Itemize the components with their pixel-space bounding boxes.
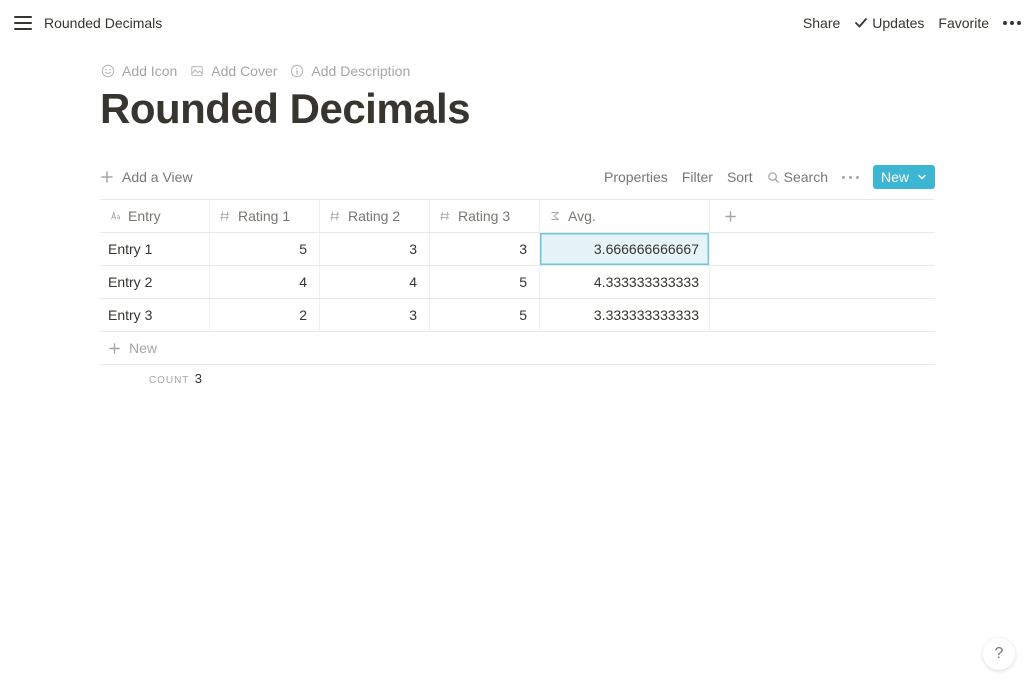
- add-cover-button[interactable]: Add Cover: [189, 63, 277, 79]
- add-description-button[interactable]: Add Description: [289, 63, 410, 79]
- number-icon: [218, 209, 232, 223]
- image-icon: [189, 63, 205, 79]
- cell-avg[interactable]: 3.333333333333: [540, 299, 710, 331]
- cell-rating1[interactable]: 5: [210, 233, 320, 265]
- count-value: 3: [195, 371, 202, 386]
- cell-rating1[interactable]: 4: [210, 266, 320, 298]
- column-header-rating2[interactable]: Rating 2: [320, 200, 430, 232]
- page-title[interactable]: Rounded Decimals: [100, 85, 935, 133]
- cell-rating2[interactable]: 3: [320, 299, 430, 331]
- help-button[interactable]: ?: [983, 638, 1015, 670]
- count-label: COUNT: [149, 375, 190, 386]
- cell-empty: [710, 266, 750, 298]
- sort-button[interactable]: Sort: [727, 169, 753, 185]
- updates-label: Updates: [872, 15, 924, 31]
- more-menu[interactable]: [1003, 21, 1021, 25]
- add-view-button[interactable]: Add a View: [100, 169, 193, 185]
- footer-count[interactable]: COUNT 3: [100, 365, 210, 392]
- search-icon: [767, 171, 780, 184]
- cell-entry[interactable]: Entry 3: [100, 299, 210, 331]
- cell-rating2[interactable]: 3: [320, 233, 430, 265]
- new-button[interactable]: New: [873, 165, 935, 189]
- cell-rating2[interactable]: 4: [320, 266, 430, 298]
- column-header-rating3[interactable]: Rating 3: [430, 200, 540, 232]
- column-rating3-label: Rating 3: [458, 208, 510, 224]
- plus-icon: [108, 342, 121, 355]
- column-avg-label: Avg.: [568, 208, 596, 224]
- menu-toggle[interactable]: [14, 16, 32, 30]
- cell-empty: [710, 299, 750, 331]
- title-icon: [108, 209, 122, 223]
- new-row-button[interactable]: New: [100, 332, 935, 365]
- search-label: Search: [784, 169, 828, 185]
- new-row-label: New: [129, 340, 157, 356]
- column-header-avg[interactable]: Avg.: [540, 200, 710, 232]
- column-header-rating1[interactable]: Rating 1: [210, 200, 320, 232]
- column-header-entry[interactable]: Entry: [100, 200, 210, 232]
- updates-button[interactable]: Updates: [854, 15, 924, 31]
- cell-entry[interactable]: Entry 1: [100, 233, 210, 265]
- number-icon: [328, 209, 342, 223]
- db-more-menu[interactable]: [842, 176, 859, 179]
- database-table: Entry Rating 1 Rating 2 Rating 3: [100, 199, 935, 392]
- cell-avg[interactable]: 3.666666666667: [540, 233, 710, 265]
- table-row[interactable]: Entry 2 4 4 5 4.333333333333: [100, 266, 935, 299]
- cell-rating3[interactable]: 3: [430, 233, 540, 265]
- info-icon: [289, 63, 305, 79]
- new-label: New: [881, 169, 909, 185]
- number-icon: [438, 209, 452, 223]
- filter-button[interactable]: Filter: [682, 169, 713, 185]
- properties-button[interactable]: Properties: [604, 169, 668, 185]
- cell-avg[interactable]: 4.333333333333: [540, 266, 710, 298]
- column-rating1-label: Rating 1: [238, 208, 290, 224]
- add-view-label: Add a View: [122, 169, 193, 185]
- table-row[interactable]: Entry 3 2 3 5 3.333333333333: [100, 299, 935, 332]
- share-button[interactable]: Share: [803, 15, 840, 31]
- plus-icon: [100, 170, 114, 184]
- cell-empty: [710, 233, 750, 265]
- add-column-button[interactable]: [710, 200, 750, 232]
- table-row[interactable]: Entry 1 5 3 3 3.666666666667: [100, 233, 935, 266]
- add-cover-label: Add Cover: [211, 63, 277, 79]
- column-entry-label: Entry: [128, 208, 161, 224]
- chevron-down-icon: [917, 172, 927, 182]
- formula-icon: [548, 209, 562, 223]
- cell-rating1[interactable]: 2: [210, 299, 320, 331]
- add-description-label: Add Description: [311, 63, 410, 79]
- add-icon-button[interactable]: Add Icon: [100, 63, 177, 79]
- column-rating2-label: Rating 2: [348, 208, 400, 224]
- check-icon: [854, 16, 868, 30]
- favorite-button[interactable]: Favorite: [938, 15, 989, 31]
- cell-rating3[interactable]: 5: [430, 299, 540, 331]
- cell-rating3[interactable]: 5: [430, 266, 540, 298]
- emoji-icon: [100, 63, 116, 79]
- search-button[interactable]: Search: [767, 169, 828, 185]
- add-icon-label: Add Icon: [122, 63, 177, 79]
- breadcrumb[interactable]: Rounded Decimals: [44, 15, 162, 31]
- cell-entry[interactable]: Entry 2: [100, 266, 210, 298]
